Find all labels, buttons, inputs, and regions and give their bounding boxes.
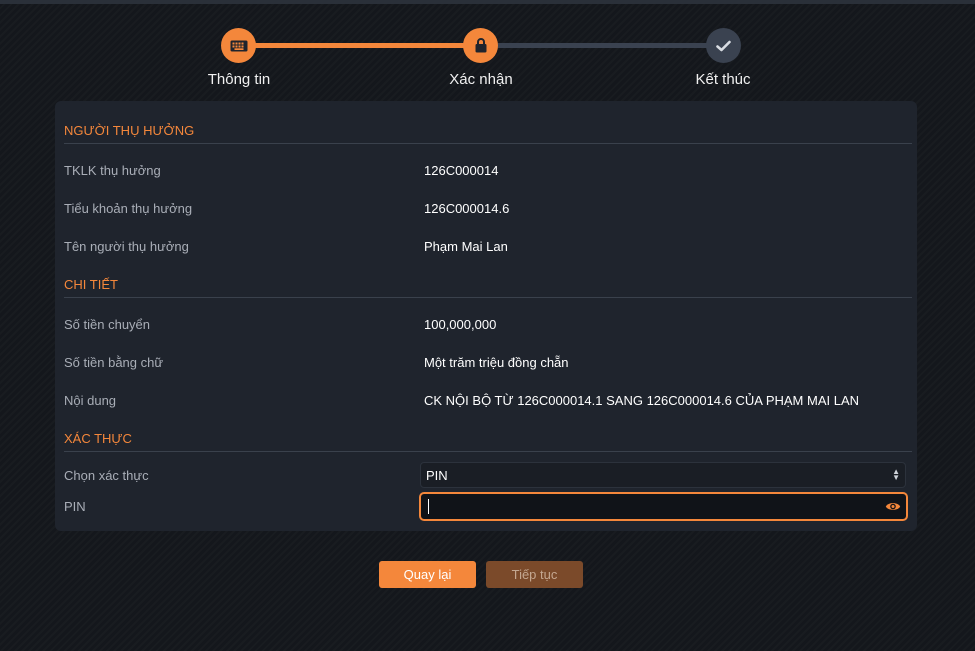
select-arrows-icon: ▲ ▼: [892, 467, 900, 482]
beneficiary-account-value: 126C000014: [424, 163, 499, 178]
amount-in-words-value: Một trăm triệu đồng chẵn: [424, 355, 569, 370]
auth-method-label: Chọn xác thực: [64, 468, 149, 483]
step-1-circle: [221, 28, 256, 63]
back-button[interactable]: Quay lại: [379, 561, 476, 588]
beneficiary-subaccount-value: 126C000014.6: [424, 201, 510, 216]
beneficiary-subaccount-label: Tiểu khoản thụ hưởng: [64, 201, 193, 216]
text-caret: [428, 499, 429, 514]
content-value: CK NỘI BỘ TỪ 126C000014.1 SANG 126C00001…: [424, 393, 860, 408]
pin-label: PIN: [64, 499, 86, 514]
auth-section-title: XÁC THỰC: [64, 431, 912, 452]
keyboard-icon: [230, 40, 247, 51]
lock-icon: [475, 38, 486, 53]
step-2-label: Xác nhận: [449, 71, 513, 88]
beneficiary-section-title: NGƯỜI THỤ HƯỞNG: [64, 123, 912, 144]
beneficiary-name-value: Phạm Mai Lan: [424, 239, 508, 254]
amount-label: Số tiền chuyển: [64, 317, 151, 332]
progress-stepper: Thông tin Xác nhận Kết thúc: [0, 0, 975, 100]
details-section-title: CHI TIẾT: [64, 277, 912, 298]
pin-input[interactable]: [427, 497, 877, 516]
auth-method-select[interactable]: PIN ▲ ▼: [420, 462, 906, 488]
eye-icon[interactable]: [885, 500, 901, 513]
step-1-label: Thông tin: [207, 71, 271, 88]
confirmation-panel: NGƯỜI THỤ HƯỞNG TKLK thụ hưởng 126C00001…: [55, 101, 917, 531]
step-3-circle: [706, 28, 741, 63]
stepper-track-pending: [481, 43, 724, 48]
stepper-track-completed: [239, 43, 481, 48]
amount-value: 100,000,000: [424, 317, 497, 332]
amount-in-words-label: Số tiền bằng chữ: [64, 355, 164, 370]
pin-field[interactable]: [419, 492, 908, 521]
step-2-circle: [463, 28, 498, 63]
step-3-label: Kết thúc: [695, 71, 751, 88]
check-icon: [716, 40, 731, 51]
content-label: Nội dung: [64, 393, 117, 408]
beneficiary-account-label: TKLK thụ hưởng: [64, 163, 161, 178]
auth-method-selected: PIN: [426, 467, 448, 483]
beneficiary-name-label: Tên người thụ hưởng: [64, 239, 189, 254]
continue-button[interactable]: Tiếp tục: [486, 561, 583, 588]
